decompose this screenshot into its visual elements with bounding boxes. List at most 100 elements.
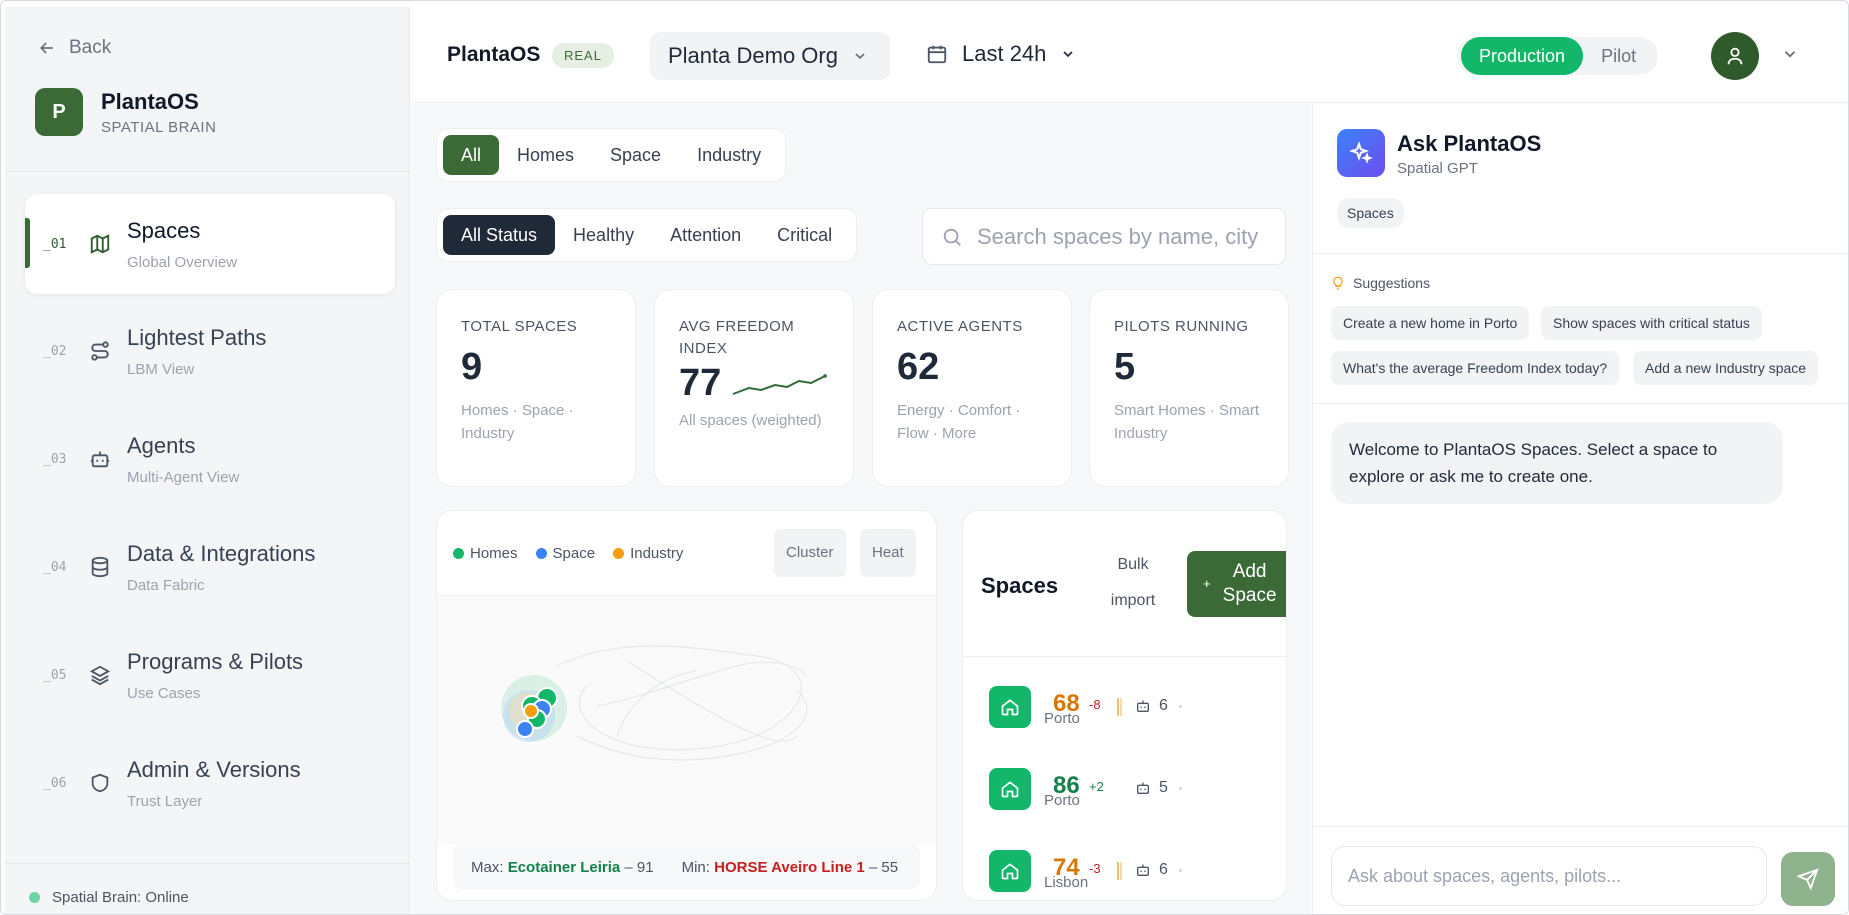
context-chip[interactable]: Spaces <box>1337 198 1404 228</box>
lightbulb-icon <box>1333 276 1343 290</box>
filter-critical[interactable]: Critical <box>759 215 850 255</box>
brand: P PlantaOS SPATIAL BRAIN <box>35 88 216 136</box>
nav-number: _04 <box>43 559 67 575</box>
sidebar-item-lightest-paths[interactable]: _02 Lightest Paths LBM View <box>25 300 395 402</box>
suggestion-chip[interactable]: Show spaces with critical status <box>1541 306 1762 340</box>
sidebar-item-spaces[interactable]: _01 Spaces Global Overview <box>25 194 395 294</box>
space-row[interactable]: 74 -3 Lisbon 6 <box>989 850 1279 894</box>
nav-subtitle: Trust Layer <box>127 792 203 810</box>
suggestions-header: Suggestions <box>1331 274 1430 292</box>
max-summary: Max: Ecotainer Leiria – 91 <box>471 858 654 876</box>
kpi-value: 9 <box>461 346 483 388</box>
home-icon <box>989 768 1031 810</box>
user-icon <box>1727 47 1743 65</box>
health-bar <box>1117 862 1122 880</box>
layers-icon <box>73 664 127 686</box>
kpi-pilots-running: PILOTS RUNNING 5 Smart Homes · Smart Ind… <box>1089 289 1289 487</box>
spaces-title: Spaces <box>981 573 1059 598</box>
assistant-message: Welcome to PlantaOS Spaces. Select a spa… <box>1331 422 1783 504</box>
chevron-down-icon[interactable] <box>1781 45 1799 63</box>
bot-icon <box>1137 864 1149 876</box>
nav-subtitle: LBM View <box>127 360 195 378</box>
topbar: PlantaOS REAL Planta Demo Org Last 24h P… <box>411 7 1848 103</box>
divider <box>1313 253 1848 254</box>
filter-attention[interactable]: Attention <box>652 215 759 255</box>
kpi-label: ACTIVE AGENTS <box>897 318 1023 335</box>
min-space-name[interactable]: HORSE Aveiro Line 1 <box>714 859 865 876</box>
health-bar <box>1117 698 1122 716</box>
map-canvas[interactable] <box>437 595 936 845</box>
legend-industry: Industry <box>613 545 683 562</box>
min-max-summary: Max: Ecotainer Leiria – 91 Min: HORSE Av… <box>453 845 920 889</box>
production-toggle[interactable]: Production <box>1461 37 1584 75</box>
sidebar-item-admin-versions[interactable]: _06 Admin & Versions Trust Layer <box>25 732 395 834</box>
avatar[interactable] <box>1711 32 1759 80</box>
nav-subtitle: Multi-Agent View <box>127 468 240 486</box>
separator-dot <box>1179 869 1182 872</box>
suggestion-chip[interactable]: What's the average Freedom Index today? <box>1331 351 1620 385</box>
kpi-subtitle: Homes · Space · Industry <box>461 402 574 442</box>
env-badge: REAL <box>552 43 614 68</box>
search-box <box>922 208 1286 265</box>
space-delta: -8 <box>1089 697 1101 712</box>
filter-all-status[interactable]: All Status <box>443 215 556 255</box>
back-button[interactable]: Back <box>37 37 111 59</box>
assistant-panel: Ask PlantaOS Spatial GPT Spaces Suggesti… <box>1312 104 1848 914</box>
sparkline <box>732 373 828 395</box>
space-row[interactable]: 68 -8 Porto 6 <box>989 686 1279 730</box>
app-window: Back P PlantaOS SPATIAL BRAIN _01 Spaces… <box>0 0 1849 915</box>
bulk-import-button[interactable]: Bulk import <box>1093 547 1173 619</box>
heat-button[interactable]: Heat <box>860 529 916 577</box>
nav-title: Agents <box>127 432 196 458</box>
org-select[interactable]: Planta Demo Org <box>650 32 890 80</box>
map-legend: Homes Space Industry <box>453 545 683 562</box>
sidebar-item-programs-pilots[interactable]: _05 Programs & Pilots Use Cases <box>25 624 395 726</box>
arrow-left-icon <box>39 42 53 54</box>
filter-healthy[interactable]: Healthy <box>555 215 652 255</box>
send-icon <box>1797 868 1819 890</box>
nav-title: Programs & Pilots <box>127 648 304 674</box>
nav-number: _01 <box>43 236 67 252</box>
kpi-subtitle: Energy · Comfort · Flow · More <box>897 402 1021 442</box>
chat-input[interactable] <box>1331 846 1767 906</box>
time-range-select[interactable]: Last 24h <box>926 41 1076 67</box>
add-space-button[interactable]: + Add Space <box>1187 551 1286 617</box>
nav-subtitle: Use Cases <box>127 684 201 702</box>
nav-number: _03 <box>43 451 67 467</box>
search-input[interactable] <box>977 223 1277 250</box>
legend-homes: Homes <box>453 545 518 562</box>
divider <box>5 171 410 172</box>
space-row[interactable]: 86 +2 Porto 5 <box>989 768 1279 812</box>
filter-space[interactable]: Space <box>592 135 679 175</box>
assistant-title: Ask PlantaOS <box>1397 131 1542 156</box>
suggestion-chip[interactable]: Create a new home in Porto <box>1331 306 1530 340</box>
space-city: Lisbon <box>1044 874 1089 891</box>
sidebar-item-data-integrations[interactable]: _04 Data & Integrations Data Fabric <box>25 516 395 618</box>
online-indicator <box>29 892 40 903</box>
environment-toggle: Production Pilot <box>1457 37 1659 75</box>
sidebar-item-agents[interactable]: _03 Agents Multi-Agent View <box>25 408 395 510</box>
space-delta: +2 <box>1089 779 1104 794</box>
filter-industry[interactable]: Industry <box>679 135 779 175</box>
main-content: All Homes Space Industry All Status Heal… <box>411 104 1311 914</box>
max-space-name[interactable]: Ecotainer Leiria <box>508 859 621 876</box>
org-name: Planta Demo Org <box>668 43 838 68</box>
cluster-button[interactable]: Cluster <box>774 529 846 577</box>
space-city: Porto <box>1044 710 1080 727</box>
send-button[interactable] <box>1781 852 1835 906</box>
route-icon <box>73 340 127 362</box>
kpi-subtitle: Smart Homes · Smart Industry <box>1114 402 1260 442</box>
divider <box>1313 826 1848 827</box>
brand-subtitle: SPATIAL BRAIN <box>101 118 217 136</box>
kpi-label: AVG FREEDOM INDEX <box>679 318 795 357</box>
kpi-total-spaces: TOTAL SPACES 9 Homes · Space · Industry <box>436 289 636 487</box>
filter-homes[interactable]: Homes <box>499 135 592 175</box>
map-card: Homes Space Industry Cluster Heat Max: E… <box>436 510 937 901</box>
filter-all[interactable]: All <box>443 135 500 175</box>
brand-name: PlantaOS <box>101 88 199 114</box>
kpi-label: TOTAL SPACES <box>461 318 578 335</box>
kpi-subtitle: All spaces (weighted) <box>679 412 822 429</box>
suggestion-chip[interactable]: Add a new Industry space <box>1633 351 1819 385</box>
pilot-toggle[interactable]: Pilot <box>1583 37 1654 75</box>
home-icon <box>989 686 1031 728</box>
